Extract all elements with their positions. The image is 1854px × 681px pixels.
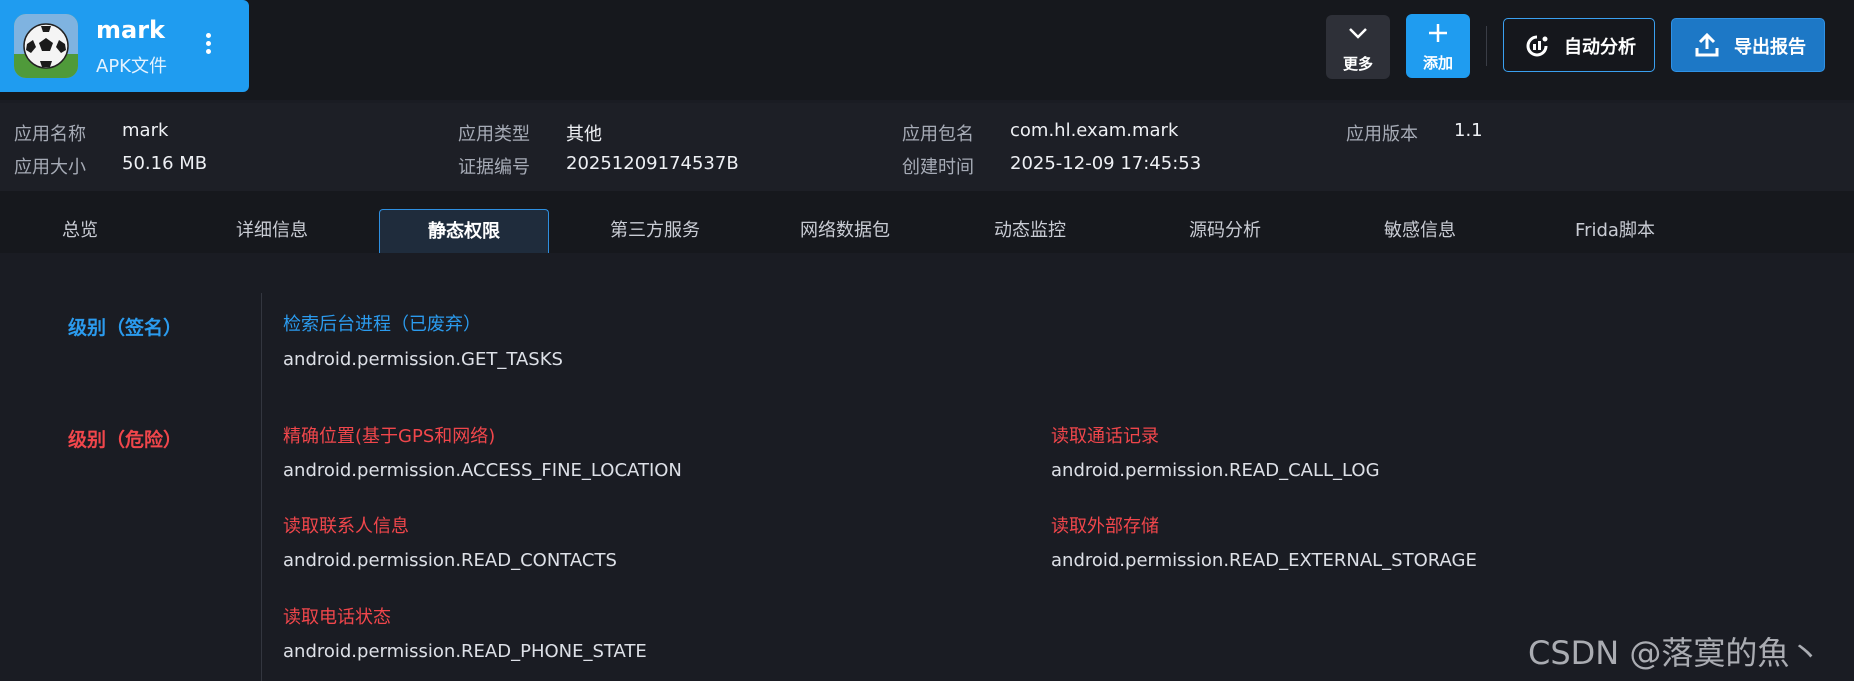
package-label: 应用包名 xyxy=(902,124,974,145)
tab-dynamic-monitor[interactable]: 动态监控 xyxy=(975,209,1085,253)
tab-bar: 总览 详细信息 静态权限 第三方服务 网络数据包 动态监控 源码分析 敏感信息 … xyxy=(0,191,1854,253)
add-label: 添加 xyxy=(1422,54,1453,72)
app-type-value: 其他 xyxy=(566,124,602,145)
kebab-menu-icon[interactable] xyxy=(200,30,216,60)
cert-value: 20251209174537B xyxy=(566,153,739,174)
permission-value: android.permission.READ_CONTACTS xyxy=(283,550,617,571)
watermark: CSDN @落寞的魚丶 xyxy=(1528,634,1822,672)
permission-title: 读取通话记录 xyxy=(1051,426,1159,447)
app-info-panel: 应用名称 mark 应用类型 其他 应用包名 com.hl.exam.mark … xyxy=(0,103,1854,191)
permission-value: android.permission.GET_TASKS xyxy=(283,349,563,370)
permissions-content: 级别（签名） 检索后台进程（已废弃） android.permission.GE… xyxy=(0,253,1854,681)
export-report-button[interactable]: 导出报告 xyxy=(1671,18,1825,72)
tab-overview[interactable]: 总览 xyxy=(30,209,130,253)
app-subtitle: APK文件 xyxy=(96,56,167,77)
version-label: 应用版本 xyxy=(1346,124,1418,145)
permission-title: 读取外部存储 xyxy=(1051,516,1159,537)
export-report-label: 导出报告 xyxy=(1734,37,1806,58)
top-bar: mark APK文件 更多 添加 自动分析 导出报告 xyxy=(0,0,1854,100)
chevron-down-icon xyxy=(1347,25,1369,45)
soccer-ball-app-icon xyxy=(14,14,78,78)
tab-sensitive-info[interactable]: 敏感信息 xyxy=(1365,209,1475,253)
permission-value: android.permission.ACCESS_FINE_LOCATION xyxy=(283,460,682,481)
section-divider xyxy=(261,293,262,681)
signature-level-heading: 级别（签名） xyxy=(68,317,183,339)
auto-analyze-label: 自动分析 xyxy=(1564,37,1636,58)
upload-icon xyxy=(1694,32,1720,62)
permission-title: 精确位置(基于GPS和网络) xyxy=(283,426,496,447)
size-value: 50.16 MB xyxy=(122,153,208,174)
permission-value: android.permission.READ_CALL_LOG xyxy=(1051,460,1380,481)
app-name: mark xyxy=(96,16,165,44)
created-label: 创建时间 xyxy=(902,157,974,178)
permission-title: 检索后台进程（已废弃） xyxy=(283,314,481,335)
more-label: 更多 xyxy=(1342,55,1373,73)
toolbar-divider xyxy=(1486,26,1487,66)
more-button[interactable]: 更多 xyxy=(1326,15,1390,79)
permission-value: android.permission.READ_EXTERNAL_STORAGE xyxy=(1051,550,1477,571)
cert-label: 证据编号 xyxy=(458,157,530,178)
created-value: 2025-12-09 17:45:53 xyxy=(1010,153,1202,174)
tab-frida-script[interactable]: Frida脚本 xyxy=(1555,209,1675,253)
app-card[interactable]: mark APK文件 xyxy=(0,0,249,92)
permission-title: 读取电话状态 xyxy=(283,607,391,628)
permission-value: android.permission.READ_PHONE_STATE xyxy=(283,641,647,662)
tab-source-analysis[interactable]: 源码分析 xyxy=(1170,209,1280,253)
permission-title: 读取联系人信息 xyxy=(283,516,409,537)
tab-details[interactable]: 详细信息 xyxy=(210,209,334,253)
app-name-label: 应用名称 xyxy=(14,124,86,145)
package-value: com.hl.exam.mark xyxy=(1010,120,1179,141)
version-value: 1.1 xyxy=(1454,120,1483,141)
auto-analyze-button[interactable]: 自动分析 xyxy=(1503,18,1655,72)
app-name-value: mark xyxy=(122,120,169,141)
dangerous-level-heading: 级别（危险） xyxy=(68,429,183,451)
tab-third-party-services[interactable]: 第三方服务 xyxy=(590,209,720,253)
add-button[interactable]: 添加 xyxy=(1406,14,1470,78)
tab-network-packets[interactable]: 网络数据包 xyxy=(780,209,910,253)
size-label: 应用大小 xyxy=(14,157,86,178)
app-type-label: 应用类型 xyxy=(458,124,530,145)
tab-static-permissions[interactable]: 静态权限 xyxy=(379,209,549,253)
plus-icon xyxy=(1427,22,1449,48)
analytics-icon xyxy=(1524,34,1550,62)
